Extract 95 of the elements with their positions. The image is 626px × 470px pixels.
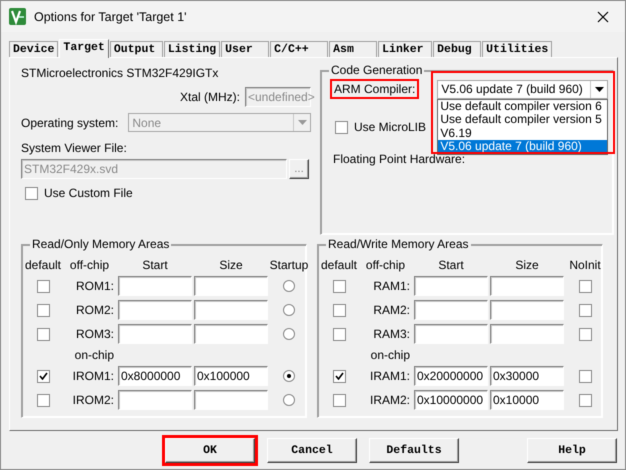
field-label: Floating Point Hardware:	[332, 152, 466, 166]
start-field[interactable]: 0x10000000	[414, 390, 488, 410]
start-field[interactable]	[118, 276, 192, 296]
field-label: ARM Compiler:	[330, 79, 420, 99]
tab[interactable]: Device	[9, 41, 58, 57]
column-header: default	[24, 258, 62, 272]
size-field[interactable]: 0x100000	[194, 366, 268, 386]
tab[interactable]: C/C++	[270, 41, 328, 57]
field-label: System Viewer File:	[21, 141, 128, 155]
start-field[interactable]	[414, 276, 488, 296]
group-title: Code Generation	[329, 63, 424, 77]
start-field[interactable]: 0x8000000	[118, 366, 192, 386]
default-checkbox[interactable]	[36, 304, 50, 316]
dialog-button[interactable]: OK	[165, 438, 255, 463]
window-title: Options for Target 'Target 1'	[34, 10, 188, 24]
row-label: IRAM1:	[368, 369, 411, 383]
checkbox[interactable]	[335, 120, 348, 134]
column-header: Startup	[269, 258, 309, 272]
size-field[interactable]	[490, 276, 564, 296]
group-title: Read/Write Memory Areas	[326, 237, 470, 251]
app-icon	[9, 8, 26, 25]
list-option[interactable]: Use default compiler version 6	[438, 100, 608, 113]
tab[interactable]: Utilities	[482, 41, 552, 57]
column-header: Size	[218, 258, 244, 272]
list-option[interactable]: Use default compiler version 5	[438, 113, 608, 126]
size-field[interactable]: 0x30000	[490, 366, 564, 386]
field-label: Xtal (MHz):	[180, 90, 240, 104]
section-label: on-chip	[74, 348, 115, 362]
compiler-dropdown[interactable]: V5.06 update 7 (build 960)	[437, 80, 608, 98]
start-field[interactable]	[118, 300, 192, 320]
noinit-checkbox[interactable]	[578, 304, 592, 316]
tab[interactable]: Linker	[378, 41, 432, 57]
default-checkbox[interactable]	[36, 328, 50, 340]
radio-button[interactable]	[283, 304, 295, 316]
tab[interactable]: Debug	[433, 41, 482, 57]
group-title: Read/Only Memory Areas	[30, 237, 172, 251]
tab[interactable]: User	[221, 41, 270, 57]
radio-button[interactable]	[283, 280, 295, 292]
noinit-checkbox[interactable]	[578, 328, 592, 340]
row-label: RAM1:	[372, 279, 411, 293]
default-checkbox[interactable]	[36, 370, 50, 382]
size-field[interactable]: 0x10000	[490, 390, 564, 410]
row-label: IROM1:	[72, 369, 115, 383]
column-header: off-chip	[68, 258, 110, 272]
column-header: Start	[437, 258, 465, 272]
row-label: IROM2:	[72, 393, 115, 407]
default-checkbox[interactable]	[332, 304, 346, 316]
noinit-checkbox[interactable]	[578, 370, 592, 382]
start-field[interactable]	[118, 390, 192, 410]
column-header: off-chip	[364, 258, 406, 272]
column-header: default	[320, 258, 358, 272]
size-field[interactable]	[194, 390, 268, 410]
dialog-button[interactable]: Help	[527, 438, 617, 463]
column-header: NoInit	[568, 258, 602, 272]
tab[interactable]: Listing	[164, 41, 220, 57]
noinit-checkbox[interactable]	[578, 394, 592, 406]
row-label: RAM2:	[372, 303, 411, 317]
row-label: IRAM2:	[368, 393, 411, 407]
column-header: Size	[514, 258, 540, 272]
row-label: ROM2:	[74, 303, 115, 317]
checkbox-label: Use MicroLIB	[354, 120, 426, 134]
default-checkbox[interactable]	[332, 280, 346, 292]
start-field[interactable]	[414, 300, 488, 320]
size-field[interactable]	[490, 324, 564, 344]
field-label: Operating system:	[21, 116, 118, 130]
default-checkbox[interactable]	[332, 328, 346, 340]
size-field[interactable]	[194, 324, 268, 344]
start-field[interactable]	[118, 324, 192, 344]
radio-button[interactable]	[283, 328, 295, 340]
row-label: RAM3:	[372, 327, 411, 341]
list-option[interactable]: V6.19	[438, 126, 608, 140]
column-header: Start	[141, 258, 169, 272]
checkbox-label: Use Custom File	[44, 186, 133, 200]
radio-button[interactable]	[283, 394, 295, 406]
device-name: STMicroelectronics STM32F429IGTx	[21, 66, 220, 80]
radio-button[interactable]	[283, 370, 295, 382]
checkbox[interactable]	[25, 186, 38, 200]
tab[interactable]: Target	[59, 39, 109, 58]
start-field[interactable]: 0x20000000	[414, 366, 488, 386]
start-field[interactable]	[414, 324, 488, 344]
default-checkbox[interactable]	[36, 394, 50, 406]
size-field[interactable]	[490, 300, 564, 320]
row-label: ROM1:	[74, 279, 115, 293]
default-checkbox[interactable]	[332, 394, 346, 406]
default-checkbox[interactable]	[332, 370, 346, 382]
size-field[interactable]	[194, 300, 268, 320]
default-checkbox[interactable]	[36, 280, 50, 292]
row-label: ROM3:	[74, 327, 115, 341]
tab[interactable]: Asm	[329, 41, 378, 57]
tab[interactable]: Output	[110, 41, 163, 57]
dialog-button[interactable]: Defaults	[369, 438, 459, 463]
noinit-checkbox[interactable]	[578, 280, 592, 292]
section-label: on-chip	[370, 348, 411, 362]
size-field[interactable]	[194, 276, 268, 296]
dialog-button[interactable]: Cancel	[267, 438, 357, 463]
